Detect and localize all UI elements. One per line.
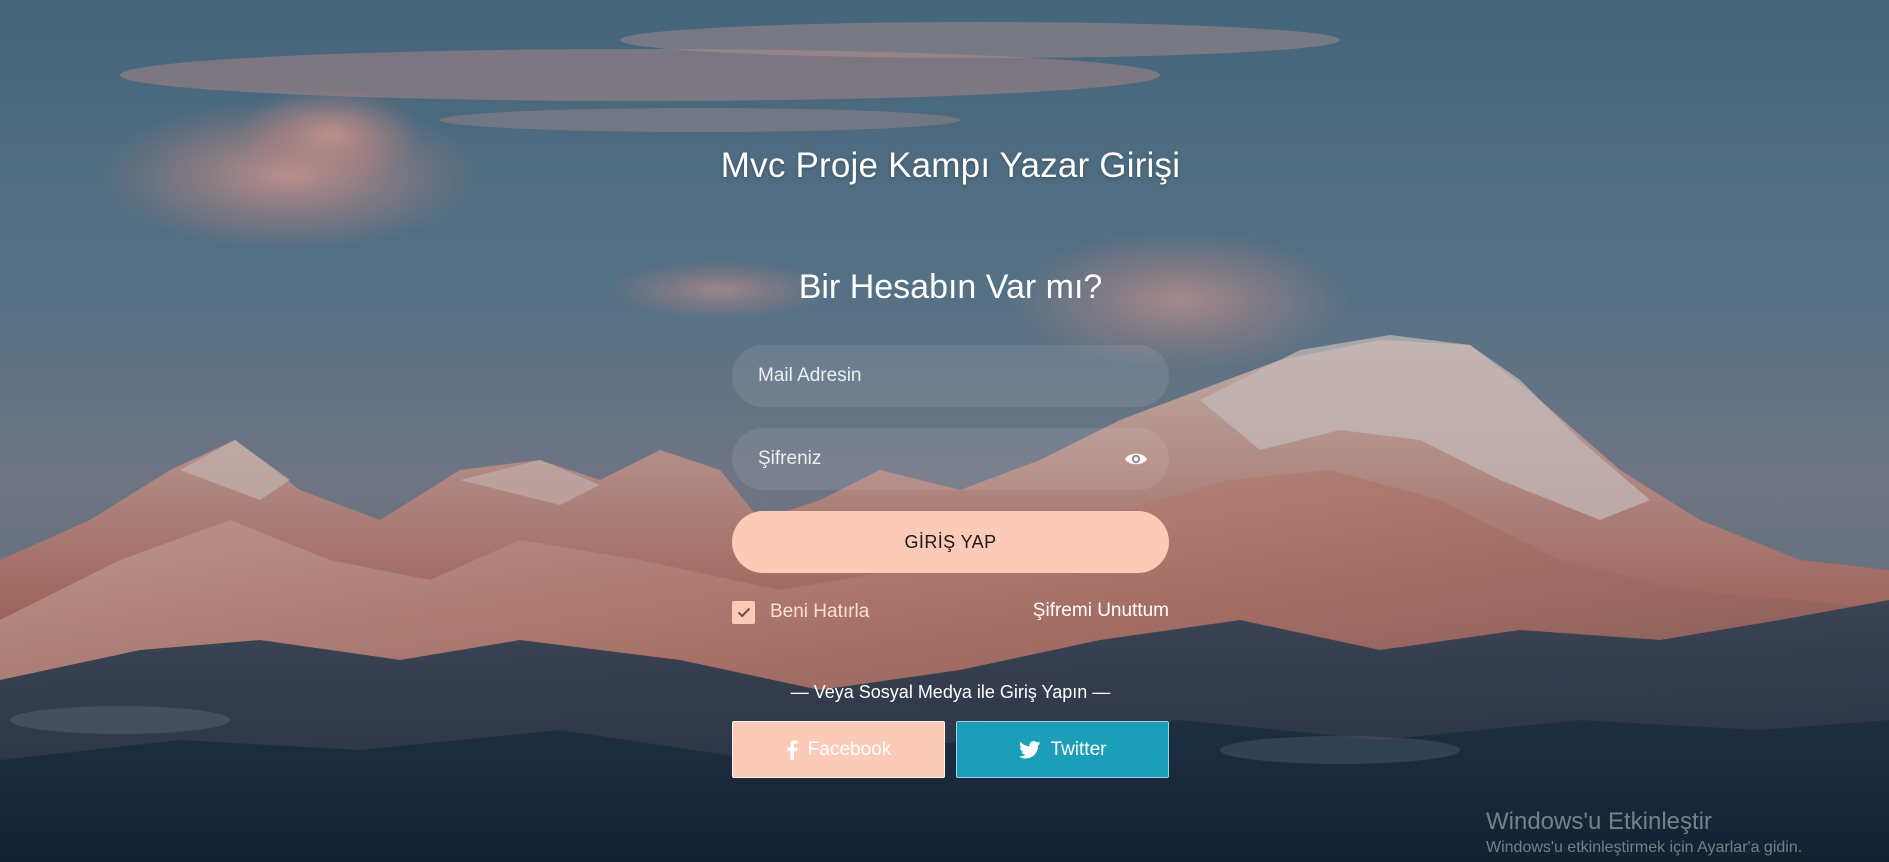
facebook-label: Facebook [807,738,892,760]
email-field[interactable] [732,345,1169,407]
twitter-login-button[interactable]: Twitter [956,721,1169,778]
watermark-title: Windows'u Etkinleştir [1486,808,1712,835]
form-heading: Bir Hesabın Var mı? [798,268,1103,306]
login-button[interactable]: GİRİŞ YAP [732,511,1169,573]
social-login-label: — Veya Sosyal Medya ile Giriş Yapın — [790,682,1111,702]
facebook-icon [787,739,798,760]
page-title: Mvc Proje Kampı Yazar Girişi [720,146,1181,185]
remember-me-checkbox[interactable] [732,600,755,624]
password-field[interactable] [732,428,1169,490]
twitter-icon [1018,740,1040,758]
remember-me-toggle[interactable]: Beni Hatırla [732,599,869,625]
twitter-label: Twitter [1050,738,1107,760]
windows-activation-watermark: Windows'u Etkinleştir Windows'u etkinleş… [1486,807,1802,859]
facebook-login-button[interactable]: Facebook [732,721,945,778]
forgot-password-link[interactable]: Şifremi Unuttum [1033,600,1169,622]
login-panel: Mvc Proje Kampı Yazar Girişi Bir Hesabın… [721,0,1180,862]
remember-me-label: Beni Hatırla [770,601,870,622]
show-password-eye-icon[interactable] [1122,446,1150,472]
watermark-subtitle: Windows'u etkinleştirmek için Ayarlar'a … [1486,839,1803,856]
checkmark-icon [737,607,750,617]
